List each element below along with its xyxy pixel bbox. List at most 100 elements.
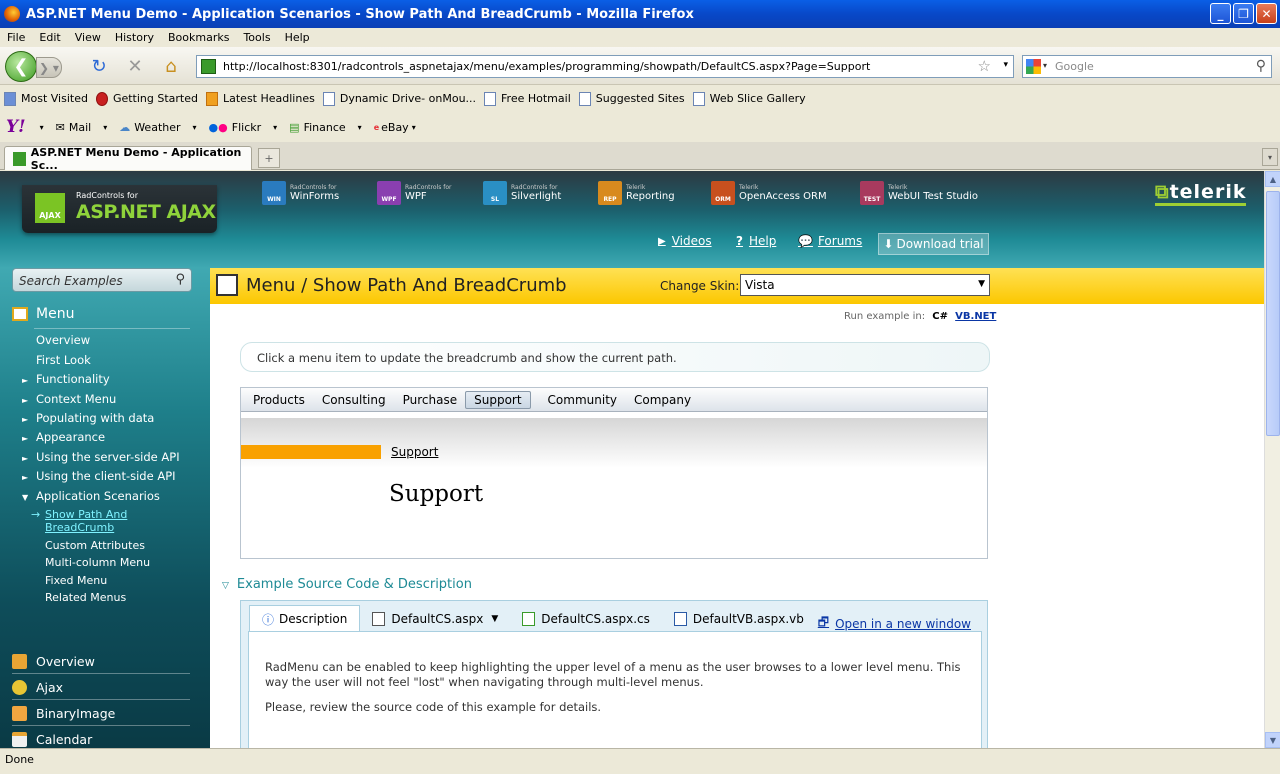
- product-webui-test[interactable]: TEST Telerik WebUI Test Studio: [860, 181, 978, 205]
- tab-description[interactable]: ⓘ Description: [249, 605, 361, 632]
- tab-defaultvb-aspx-vb[interactable]: DefaultVB.aspx.vb: [662, 605, 816, 632]
- sidebar-category-binaryimage[interactable]: BinaryImage: [12, 706, 115, 721]
- scroll-up-icon[interactable]: ▲: [1265, 171, 1280, 187]
- yahoo-logo[interactable]: Y! ▾: [0, 117, 50, 137]
- category-label: Overview: [36, 654, 95, 669]
- demo-menu-company[interactable]: Company: [634, 393, 691, 407]
- source-section-header[interactable]: ▽ Example Source Code & Description: [222, 577, 472, 592]
- yahoo-finance[interactable]: ▤ Finance ▾: [283, 121, 368, 134]
- bookmark-most-visited[interactable]: Most Visited: [0, 91, 92, 106]
- bookmark-web-slice-gallery[interactable]: Web Slice Gallery: [689, 91, 810, 106]
- product-logo[interactable]: AJAX RadControls for ASP.NET AJAX: [22, 185, 217, 233]
- close-button[interactable]: ✕: [1256, 3, 1277, 24]
- tab-defaultcs-aspx-cs[interactable]: DefaultCS.aspx.cs: [510, 605, 662, 632]
- url-dropdown-icon[interactable]: ▾: [1003, 60, 1008, 70]
- demo-menu-community[interactable]: Community: [548, 393, 617, 407]
- breadcrumb-link[interactable]: Support: [391, 445, 438, 459]
- search-icon[interactable]: ⚲: [175, 272, 185, 287]
- tab-list-button[interactable]: ▾: [1262, 148, 1278, 166]
- bookmark-dynamic-drive[interactable]: Dynamic Drive- onMou...: [319, 91, 480, 106]
- search-examples-input[interactable]: Search Examples ⚲: [12, 268, 192, 292]
- yahoo-weather[interactable]: ☁ Weather ▾: [113, 121, 202, 134]
- bookmark-star-icon[interactable]: ☆: [978, 57, 991, 75]
- menu-help[interactable]: Help: [278, 31, 317, 44]
- menu-view[interactable]: View: [68, 31, 108, 44]
- page-scrollbar[interactable]: ▲ ▼: [1264, 171, 1280, 748]
- google-icon[interactable]: [1026, 59, 1041, 74]
- url-bar[interactable]: http://localhost:8301/radcontrols_aspnet…: [196, 55, 1014, 78]
- demo-menu-consulting[interactable]: Consulting: [322, 393, 386, 407]
- sidebar-subitem-multi-column[interactable]: Multi-column Menu: [45, 556, 150, 569]
- videos-link[interactable]: ▶ Videos: [658, 234, 712, 248]
- search-icon[interactable]: ⚲: [1256, 58, 1266, 74]
- sidebar-subitem-related-menus[interactable]: Related Menus: [45, 591, 126, 604]
- back-button[interactable]: ❮: [5, 51, 37, 82]
- product-name: Reporting: [626, 191, 675, 202]
- sidebar-subitem-custom-attributes[interactable]: Custom Attributes: [45, 539, 145, 552]
- browser-tab[interactable]: ASP.NET Menu Demo - Application Sc...: [4, 146, 252, 172]
- demo-menu-purchase[interactable]: Purchase: [403, 393, 458, 407]
- menu-history[interactable]: History: [108, 31, 161, 44]
- forums-link[interactable]: 💬 Forums: [798, 234, 862, 248]
- sidebar-item-overview[interactable]: Overview: [22, 333, 90, 347]
- search-bar[interactable]: ▾ Google ⚲: [1022, 55, 1272, 78]
- menu-tools[interactable]: Tools: [236, 31, 277, 44]
- dropdown-arrow-icon[interactable]: ▼: [491, 614, 498, 624]
- bookmark-getting-started[interactable]: Getting Started: [92, 91, 202, 106]
- run-cs-option[interactable]: C#: [932, 311, 948, 322]
- yahoo-mail[interactable]: ✉ Mail ▾: [50, 121, 114, 134]
- telerik-logo[interactable]: ⧉telerik: [1155, 181, 1247, 206]
- product-winforms[interactable]: WIN RadControls for WinForms: [262, 181, 339, 205]
- run-vbnet-link[interactable]: VB.NET: [955, 311, 996, 322]
- yahoo-flickr[interactable]: ●● Flickr ▾: [203, 121, 284, 134]
- reload-icon[interactable]: ↻: [88, 55, 110, 77]
- menubar: File Edit View History Bookmarks Tools H…: [0, 28, 1280, 47]
- skin-select[interactable]: Vista ▼: [740, 274, 990, 296]
- sidebar-item-context-menu[interactable]: ► Context Menu: [22, 392, 116, 406]
- maximize-button[interactable]: ❐: [1233, 3, 1254, 24]
- forward-button[interactable]: ❯ ▾: [36, 57, 62, 78]
- menu-file[interactable]: File: [0, 31, 32, 44]
- sidebar-menu-title[interactable]: Menu: [12, 306, 74, 322]
- sidebar-category-overview[interactable]: Overview: [12, 654, 95, 669]
- sidebar-subitem-fixed-menu[interactable]: Fixed Menu: [45, 574, 107, 587]
- sidebar-item-application-scenarios[interactable]: ▼ Application Scenarios: [22, 489, 160, 503]
- description-note: Please, review the source code of this e…: [265, 700, 602, 714]
- product-wpf[interactable]: WPF RadControls for WPF: [377, 181, 452, 205]
- sidebar-item-server-api[interactable]: ► Using the server-side API: [22, 450, 180, 464]
- sidebar-item-functionality[interactable]: ► Functionality: [22, 372, 110, 386]
- demo-menu-products[interactable]: Products: [253, 393, 305, 407]
- scroll-thumb[interactable]: [1266, 191, 1280, 436]
- source-title: Example Source Code & Description: [236, 577, 472, 592]
- stop-icon[interactable]: ✕: [124, 55, 146, 77]
- bookmark-latest-headlines[interactable]: Latest Headlines: [202, 91, 319, 106]
- search-engine-dropdown-icon[interactable]: ▾: [1043, 61, 1047, 70]
- yahoo-ebay[interactable]: e eBay ▾: [368, 121, 422, 134]
- home-icon[interactable]: ⌂: [160, 55, 182, 77]
- bookmark-suggested-sites[interactable]: Suggested Sites: [575, 91, 689, 106]
- help-link[interactable]: ? Help: [736, 234, 776, 248]
- sidebar-item-populating[interactable]: ► Populating with data: [22, 411, 154, 425]
- scroll-down-icon[interactable]: ▼: [1265, 732, 1280, 748]
- bookmark-free-hotmail[interactable]: Free Hotmail: [480, 91, 575, 106]
- product-reporting[interactable]: REP Telerik Reporting: [598, 181, 675, 205]
- link-label: Open in a new window: [835, 616, 971, 631]
- demo-menu-support[interactable]: Support: [465, 390, 531, 409]
- site-header: AJAX RadControls for ASP.NET AJAX WIN Rad…: [0, 171, 1264, 268]
- sidebar-subitem-show-path[interactable]: → Show Path And BreadCrumb: [31, 508, 127, 534]
- tab-defaultcs-aspx[interactable]: DefaultCS.aspx ▼: [360, 605, 510, 632]
- sidebar-category-calendar[interactable]: Calendar: [12, 732, 92, 747]
- product-openaccess[interactable]: ORM Telerik OpenAccess ORM: [711, 181, 827, 205]
- overview-icon: [12, 654, 27, 669]
- sidebar-item-first-look[interactable]: First Look: [22, 353, 91, 367]
- menu-edit[interactable]: Edit: [32, 31, 67, 44]
- product-silverlight[interactable]: SL RadControls for Silverlight: [483, 181, 561, 205]
- sidebar-category-ajax[interactable]: Ajax: [12, 680, 63, 695]
- menu-bookmarks[interactable]: Bookmarks: [161, 31, 236, 44]
- new-tab-button[interactable]: +: [258, 148, 280, 168]
- sidebar-item-appearance[interactable]: ► Appearance: [22, 430, 105, 444]
- download-trial-button[interactable]: ⬇ Download trial: [878, 233, 989, 255]
- minimize-button[interactable]: _: [1210, 3, 1231, 24]
- sidebar-item-label: Multi-column Menu: [45, 556, 151, 569]
- sidebar-item-client-api[interactable]: ► Using the client-side API: [22, 469, 176, 483]
